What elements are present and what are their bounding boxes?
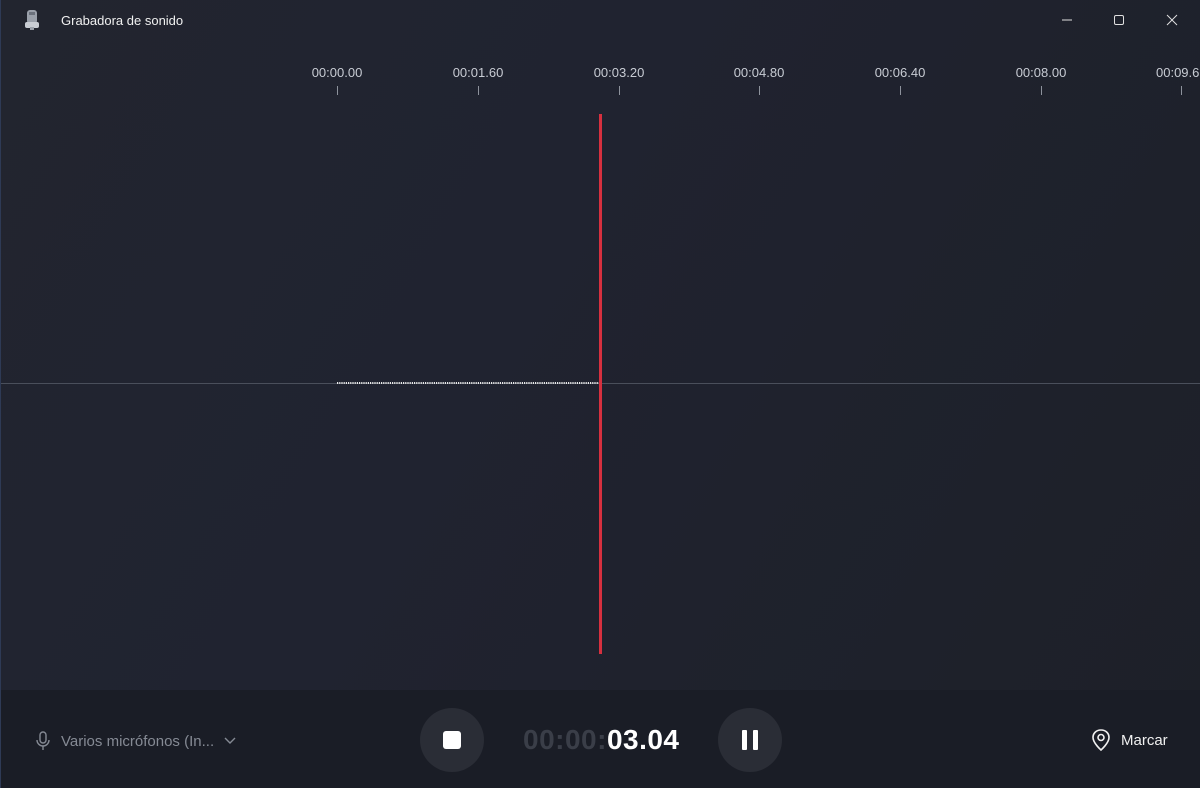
control-bar: Varios micrófonos (In... 00:00:03.04 Mar…	[1, 690, 1200, 788]
chevron-down-icon	[224, 737, 236, 744]
tick-label: 00:00.00	[311, 65, 363, 80]
tick-mark	[759, 86, 760, 95]
microphone-icon	[36, 731, 50, 750]
tick-label: 00:01.60	[452, 65, 504, 80]
minimize-button[interactable]	[1041, 0, 1093, 40]
pause-icon	[742, 730, 758, 750]
recording-timer: 00:00:03.04	[523, 724, 680, 756]
app-title: Grabadora de sonido	[61, 13, 184, 28]
close-button[interactable]	[1146, 0, 1198, 40]
timeline-ruler: 00:00.00 00:01.60 00:03.20 00:04.80 00:0…	[1, 58, 1200, 98]
tick-label: 00:09.6	[1156, 65, 1200, 80]
tick-mark	[900, 86, 901, 95]
tick-label: 00:04.80	[733, 65, 785, 80]
playhead[interactable]	[599, 114, 602, 654]
stop-icon	[443, 731, 461, 749]
minimize-icon	[1062, 19, 1072, 21]
timer-prefix: 00:00:	[523, 724, 607, 755]
sound-recorder-window: Grabadora de sonido 00:00.00 00:01.60 00…	[0, 0, 1200, 788]
tick-mark	[478, 86, 479, 95]
tick-label: 00:06.40	[874, 65, 926, 80]
mark-label: Marcar	[1121, 731, 1168, 749]
recorded-waveform	[337, 382, 600, 384]
close-icon	[1166, 14, 1178, 26]
tick-mark	[1181, 86, 1182, 95]
location-pin-icon	[1092, 729, 1110, 752]
timer-value: 03.04	[606, 724, 680, 755]
title-bar: Grabadora de sonido	[1, 0, 1200, 40]
maximize-icon	[1114, 15, 1124, 25]
pause-button[interactable]	[718, 708, 782, 772]
microphone-label: Varios micrófonos (In...	[61, 732, 215, 750]
stop-button[interactable]	[420, 708, 484, 772]
tick-mark	[337, 86, 338, 95]
maximize-button[interactable]	[1093, 0, 1145, 40]
waveform-area[interactable]	[1, 110, 1200, 660]
tick-label: 00:03.20	[593, 65, 645, 80]
tick-label: 00:08.00	[1015, 65, 1067, 80]
microphone-app-icon	[23, 9, 41, 31]
microphone-select[interactable]: Varios micrófonos (In...	[35, 730, 236, 752]
mark-button[interactable]: Marcar	[1091, 728, 1168, 752]
tick-mark	[619, 86, 620, 95]
tick-mark	[1041, 86, 1042, 95]
